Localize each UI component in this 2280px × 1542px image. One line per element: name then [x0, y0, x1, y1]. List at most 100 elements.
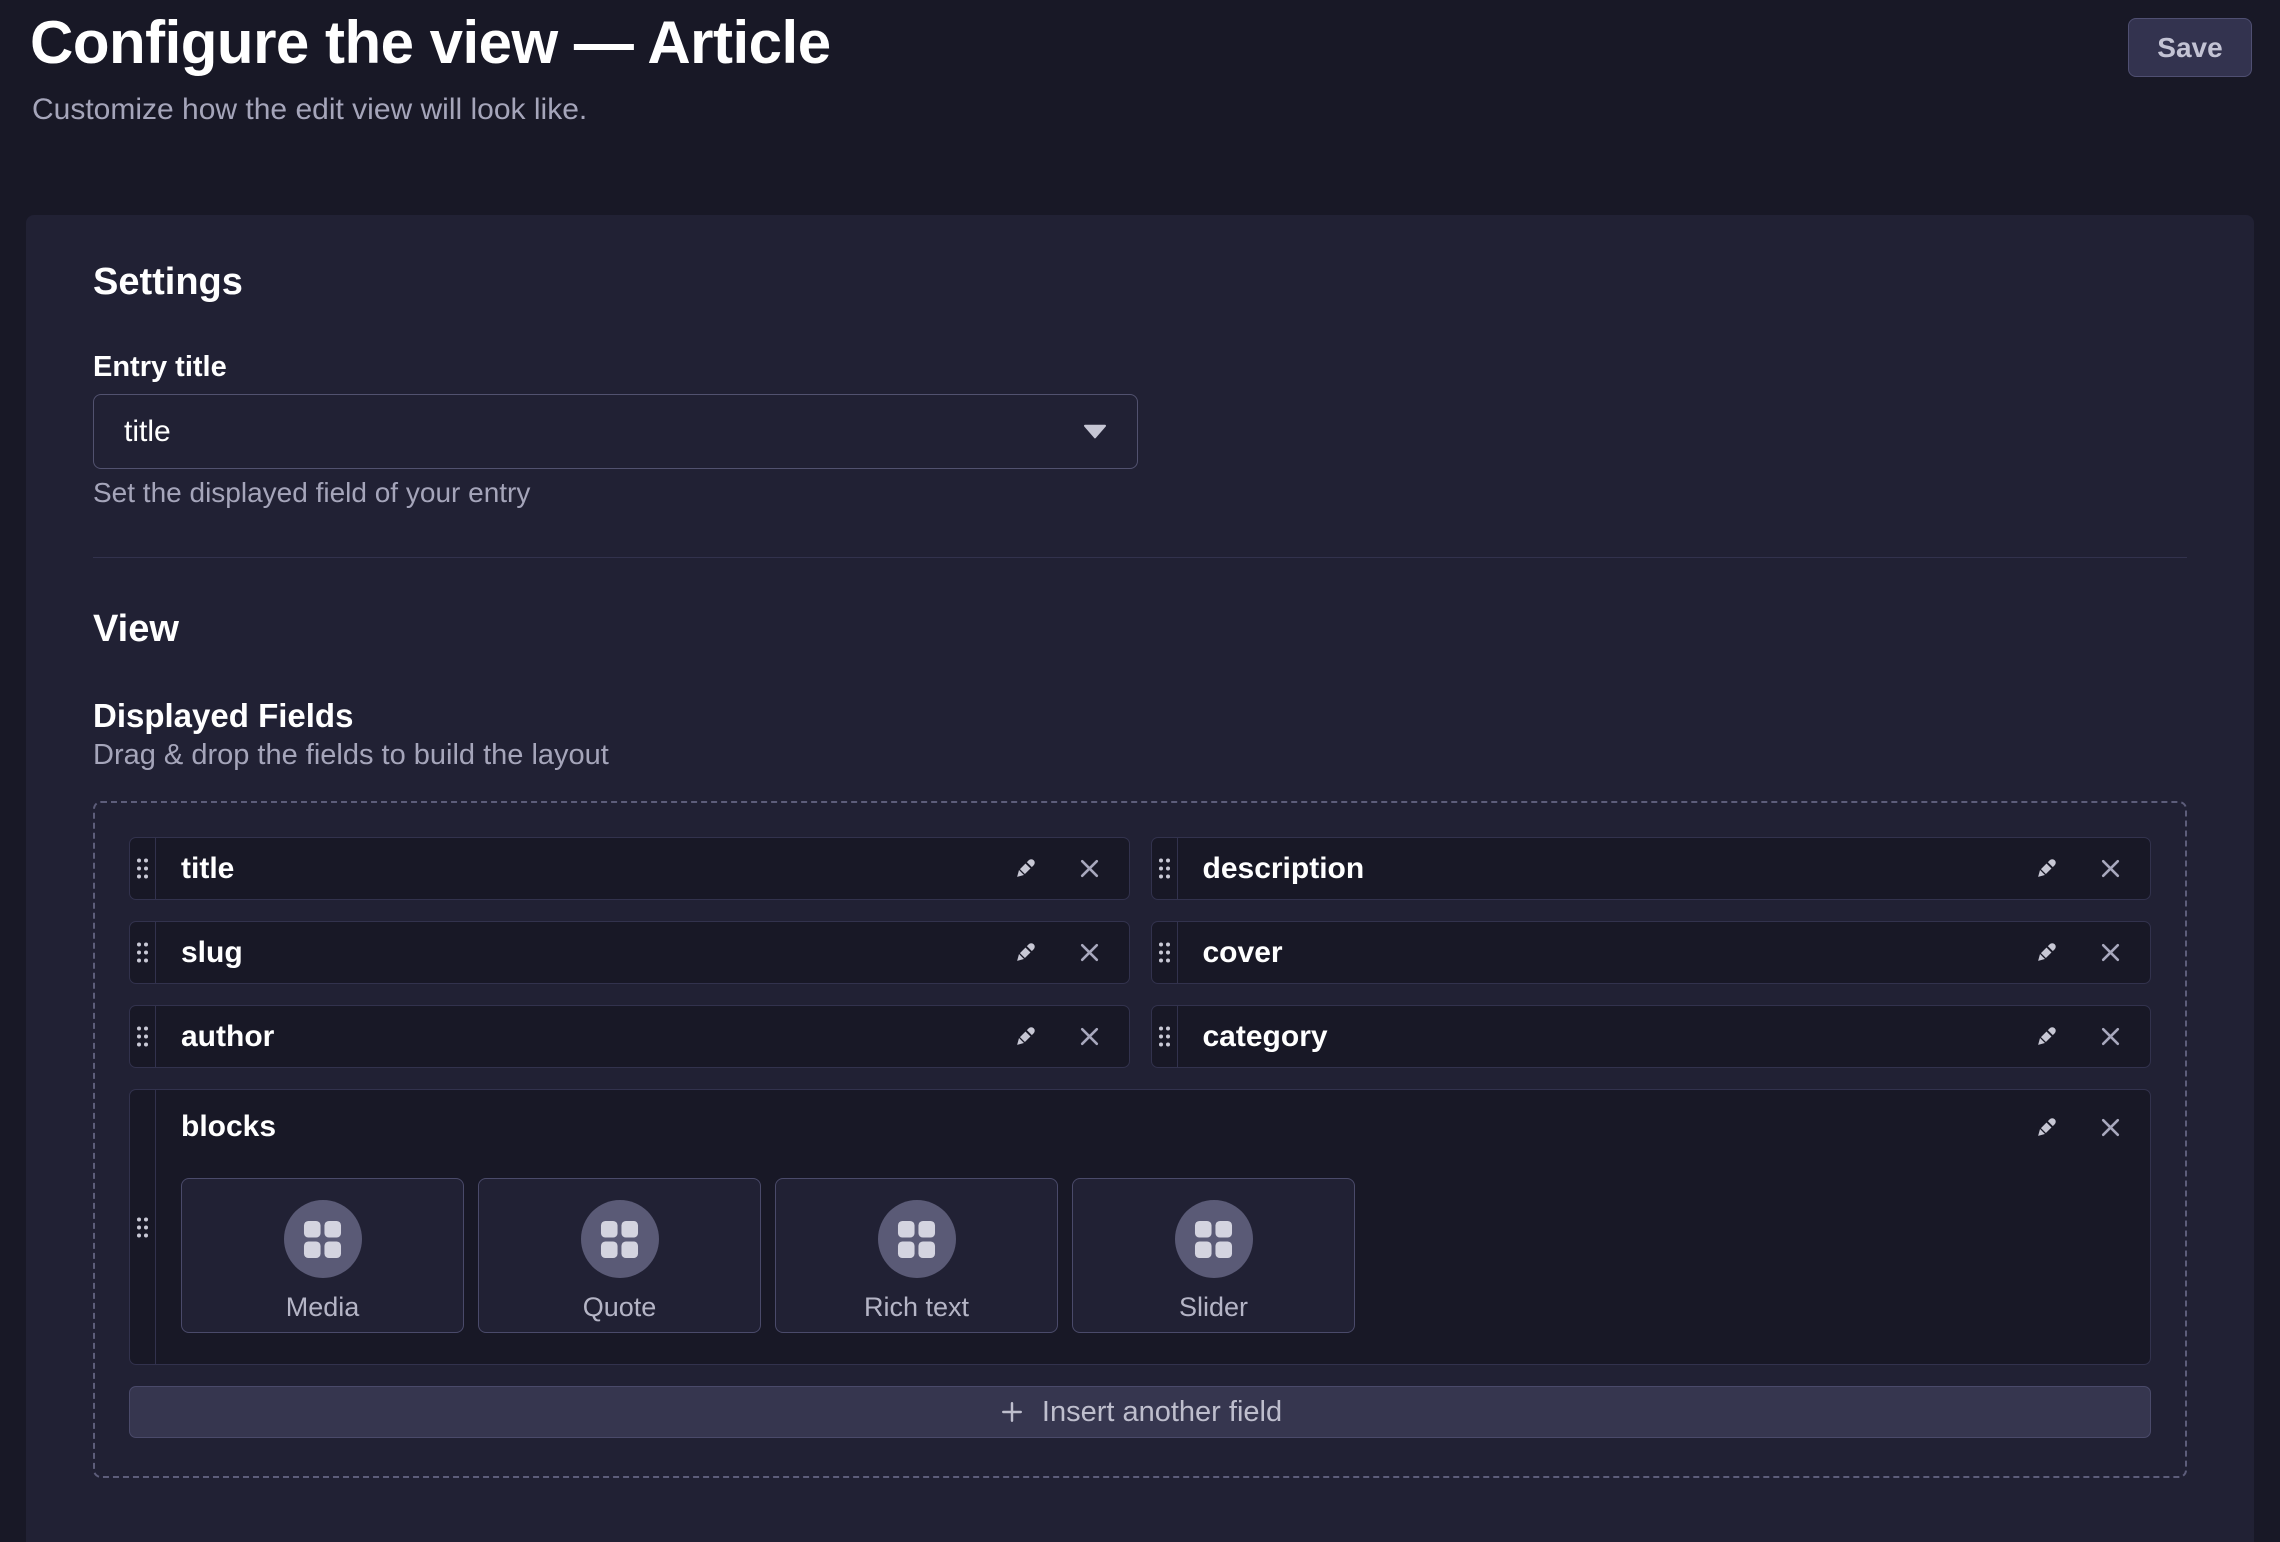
drag-handle[interactable] — [130, 922, 156, 983]
entry-title-hint: Set the displayed field of your entry — [93, 477, 530, 509]
field-actions — [2032, 1113, 2124, 1142]
field-actions — [2032, 838, 2150, 899]
main-panel: Settings Entry title title Set the displ… — [26, 215, 2254, 1542]
drag-handle[interactable] — [130, 1006, 156, 1067]
displayed-fields-hint: Drag & drop the fields to build the layo… — [93, 739, 609, 772]
drag-handle-icon — [1158, 857, 1171, 880]
remove-field-button[interactable] — [1076, 855, 1103, 882]
pencil-icon — [1011, 938, 1040, 967]
drag-handle-icon — [136, 857, 149, 880]
drag-handle-icon — [1158, 941, 1171, 964]
page-title: Configure the view — Article — [30, 8, 831, 77]
close-icon — [1076, 1023, 1103, 1050]
close-icon — [1076, 939, 1103, 966]
configure-view-page: Configure the view — Article Customize h… — [0, 0, 2280, 1542]
component-label: Media — [286, 1292, 360, 1323]
edit-field-button[interactable] — [1011, 854, 1040, 883]
field-card-description: description — [1151, 837, 2152, 900]
pencil-icon — [1011, 1022, 1040, 1051]
field-label: description — [1203, 852, 1365, 886]
insert-another-field-button[interactable]: Insert another field — [129, 1386, 2151, 1438]
component-label: Rich text — [864, 1292, 969, 1323]
component-label: Quote — [583, 1292, 657, 1323]
grid-icon — [1194, 1220, 1233, 1259]
field-label: slug — [181, 936, 243, 970]
field-label: cover — [1203, 936, 1283, 970]
field-actions — [1011, 922, 1129, 983]
field-card-cover: cover — [1151, 921, 2152, 984]
blocks-body: blocks — [156, 1090, 2150, 1364]
entry-title-select-value: title — [124, 415, 171, 449]
entry-title-select[interactable]: title — [93, 394, 1138, 469]
remove-field-button[interactable] — [1076, 939, 1103, 966]
close-icon — [2097, 1023, 2124, 1050]
component-card-media: Media — [181, 1178, 464, 1333]
pencil-icon — [2032, 854, 2061, 883]
components-row: Media Quote — [181, 1178, 2124, 1333]
plus-icon — [998, 1398, 1026, 1426]
close-icon — [2097, 855, 2124, 882]
edit-field-button[interactable] — [1011, 938, 1040, 967]
component-icon-circle — [1175, 1200, 1253, 1278]
grid-icon — [303, 1220, 342, 1259]
close-icon — [1076, 855, 1103, 882]
field-card-category: category — [1151, 1005, 2152, 1068]
remove-field-button[interactable] — [1076, 1023, 1103, 1050]
field-card-title: title — [129, 837, 1130, 900]
drag-handle[interactable] — [1152, 1006, 1178, 1067]
section-divider — [93, 557, 2187, 558]
save-button[interactable]: Save — [2128, 18, 2252, 77]
entry-title-label: Entry title — [93, 351, 227, 384]
grid-icon — [600, 1220, 639, 1259]
field-actions — [1011, 838, 1129, 899]
remove-field-button[interactable] — [2097, 939, 2124, 966]
grid-icon — [897, 1220, 936, 1259]
field-label: blocks — [181, 1110, 276, 1144]
blocks-header: blocks — [181, 1102, 2124, 1152]
chevron-down-icon — [1083, 424, 1107, 439]
drag-handle-icon — [136, 1216, 149, 1239]
fields-grid: title description — [129, 837, 2151, 1438]
remove-field-button[interactable] — [2097, 1114, 2124, 1141]
pencil-icon — [2032, 938, 2061, 967]
field-actions — [2032, 922, 2150, 983]
field-label: category — [1203, 1020, 1328, 1054]
field-actions — [2032, 1006, 2150, 1067]
remove-field-button[interactable] — [2097, 1023, 2124, 1050]
component-card-slider: Slider — [1072, 1178, 1355, 1333]
page-subtitle: Customize how the edit view will look li… — [32, 92, 587, 128]
drag-handle[interactable] — [130, 838, 156, 899]
edit-field-button[interactable] — [1011, 1022, 1040, 1051]
pencil-icon — [1011, 854, 1040, 883]
field-label: title — [181, 852, 234, 886]
drag-handle-icon — [136, 941, 149, 964]
component-card-rich-text: Rich text — [775, 1178, 1058, 1333]
edit-field-button[interactable] — [2032, 1113, 2061, 1142]
drag-handle[interactable] — [1152, 922, 1178, 983]
component-icon-circle — [284, 1200, 362, 1278]
pencil-icon — [2032, 1022, 2061, 1051]
drag-handle[interactable] — [1152, 838, 1178, 899]
field-card-blocks: blocks — [129, 1089, 2151, 1365]
remove-field-button[interactable] — [2097, 855, 2124, 882]
pencil-icon — [2032, 1113, 2061, 1142]
field-card-slug: slug — [129, 921, 1130, 984]
settings-heading: Settings — [93, 260, 243, 306]
field-card-author: author — [129, 1005, 1130, 1068]
component-card-quote: Quote — [478, 1178, 761, 1333]
field-actions — [1011, 1006, 1129, 1067]
edit-field-button[interactable] — [2032, 854, 2061, 883]
field-label: author — [181, 1020, 274, 1054]
component-icon-circle — [581, 1200, 659, 1278]
edit-field-button[interactable] — [2032, 938, 2061, 967]
drag-handle[interactable] — [130, 1090, 156, 1364]
view-heading: View — [93, 607, 179, 653]
displayed-fields-title: Displayed Fields — [93, 697, 353, 735]
edit-field-button[interactable] — [2032, 1022, 2061, 1051]
fields-dropzone: title description — [93, 801, 2187, 1478]
component-label: Slider — [1179, 1292, 1248, 1323]
drag-handle-icon — [1158, 1025, 1171, 1048]
drag-handle-icon — [136, 1025, 149, 1048]
component-icon-circle — [878, 1200, 956, 1278]
insert-another-field-label: Insert another field — [1042, 1396, 1282, 1429]
